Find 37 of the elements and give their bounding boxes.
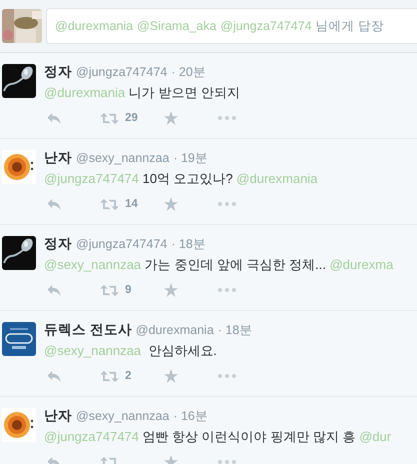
- tweet-time: · 20분: [171, 64, 206, 81]
- tweet-time: · 18분: [171, 236, 206, 253]
- tweet-text: 니가 받으면 안되지: [128, 85, 240, 100]
- placeholder-text: 님에게 답장: [316, 18, 384, 34]
- retweet-count: 29: [125, 112, 138, 124]
- user-name[interactable]: 난자: [44, 149, 72, 167]
- mention-link[interactable]: @jungza747474: [44, 429, 139, 444]
- placeholder-text: @Sirama_aka: [137, 19, 216, 33]
- user-handle[interactable]: @sexy_nannzaa: [76, 409, 170, 423]
- placeholder-text: @durexmania: [55, 19, 134, 33]
- user-name[interactable]: 정자: [44, 63, 72, 81]
- retweet-count: 9: [125, 284, 132, 296]
- tweet-text: 엄빤 항상 이런식이야 핑계만 많지 흥: [142, 429, 357, 444]
- placeholder-text: @jungza747474: [220, 19, 312, 33]
- mention-link[interactable]: @durexma: [330, 257, 394, 272]
- user-name[interactable]: 난자: [44, 407, 72, 425]
- user-handle[interactable]: @sexy_nannzaa: [76, 151, 170, 165]
- retweet-count: 2: [125, 370, 132, 382]
- tweet-text: 가는 중인데 앞에 극심한 정체...: [144, 257, 327, 272]
- tweet-text: 10억 오고있나?: [142, 171, 234, 186]
- tweet-time: · 19분: [173, 150, 208, 167]
- tweet-time: · 18분: [218, 322, 252, 339]
- user-name[interactable]: 듀렉스 전도사: [44, 321, 132, 339]
- mention-link[interactable]: @sexy_nannzaa: [44, 257, 142, 272]
- mention-link[interactable]: @durexmania: [236, 171, 318, 186]
- tweet-time: · 16분: [173, 408, 208, 425]
- user-handle[interactable]: @jungza747474: [76, 237, 168, 251]
- mention-link[interactable]: @dur: [359, 429, 392, 444]
- user-handle[interactable]: @jungza747474: [76, 65, 168, 79]
- tweet-text: 안심하세요.: [147, 343, 217, 358]
- reply-field[interactable]: @durexmania @Sirama_aka @jungza747474 님에게 답장: [46, 8, 417, 44]
- retweet-count: 14: [125, 198, 138, 210]
- mention-link[interactable]: @sexy_nannzaa: [44, 343, 142, 358]
- mention-link[interactable]: @durexmania: [44, 85, 126, 100]
- mention-link[interactable]: @jungza747474: [44, 171, 139, 186]
- user-name[interactable]: 정자: [44, 235, 72, 253]
- user-handle[interactable]: @durexmania: [136, 323, 214, 337]
